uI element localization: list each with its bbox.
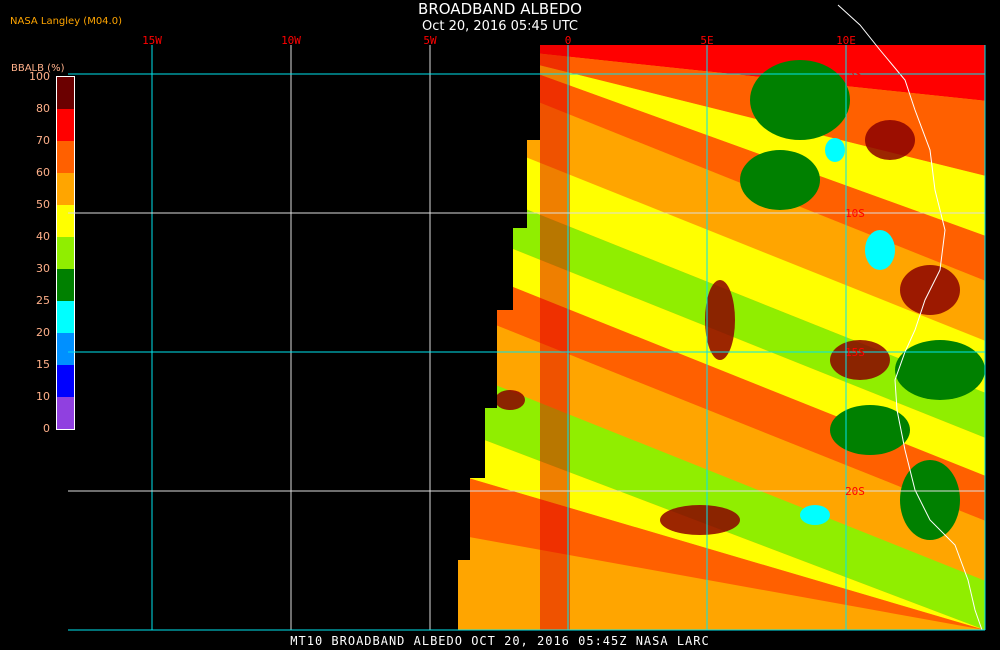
longitude-label: 10E: [836, 34, 856, 47]
colorbar-swatch: [57, 109, 74, 141]
latitude-label: 15S: [845, 346, 865, 359]
colorbar-swatch: [57, 205, 74, 237]
longitude-label: 5E: [700, 34, 713, 47]
colorbar-swatch: [57, 301, 74, 333]
latitude-label: 10S: [845, 207, 865, 220]
colorbar-swatch: [57, 77, 74, 109]
colorbar-swatch: [57, 365, 74, 397]
colorbar-swatch: [57, 141, 74, 173]
longitude-label: 0: [565, 34, 572, 47]
colorbar-swatch: [57, 237, 74, 269]
footer-caption: MT10 BROADBAND ALBEDO OCT 20, 2016 05:45…: [290, 634, 710, 648]
colorbar-swatch: [57, 269, 74, 301]
longitude-label: 5W: [423, 34, 437, 47]
colorbar-swatch: [57, 333, 74, 365]
latitude-label: 5S: [848, 68, 861, 81]
longitude-label: 15W: [142, 34, 162, 47]
albedo-map: 15W 10W 5W 0 5E 10E 5S 10S 15S 20S: [56, 4, 986, 631]
latitude-label: 20S: [845, 485, 865, 498]
colorbar: [56, 76, 75, 430]
colorbar-swatch: [57, 173, 74, 205]
albedo-field: [458, 45, 985, 630]
colorbar-swatch: [57, 397, 74, 429]
longitude-label: 10W: [281, 34, 301, 47]
